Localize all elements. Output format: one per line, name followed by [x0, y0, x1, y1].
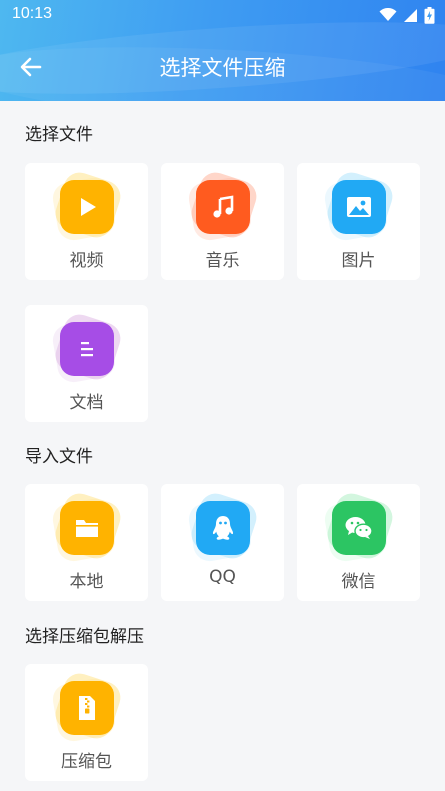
qq-icon — [212, 516, 233, 540]
image-label: 图片 — [341, 251, 376, 271]
wechat-label: 微信 — [341, 572, 376, 592]
section-title-select-files: 选择文件 — [25, 125, 93, 145]
image-card[interactable]: 图片 — [297, 163, 420, 280]
app-header: 10:13 选择文件压缩 — [0, 0, 445, 101]
battery-icon — [424, 6, 435, 24]
archive-card[interactable]: 压缩包 — [25, 664, 148, 781]
play-icon — [80, 198, 96, 216]
page-title: 选择文件压缩 — [159, 56, 286, 80]
local-card[interactable]: 本地 — [25, 484, 148, 601]
archive-label: 压缩包 — [61, 752, 112, 772]
title-bar: 选择文件压缩 — [0, 40, 445, 92]
music-card[interactable]: 音乐 — [161, 163, 284, 280]
document-icon — [80, 342, 93, 357]
status-bar: 10:13 — [0, 0, 445, 30]
archive-icon — [78, 696, 95, 720]
qq-card[interactable]: QQ — [161, 484, 284, 601]
cellular-signal-icon — [404, 8, 417, 22]
wechat-icon — [345, 517, 373, 539]
section-title-extract: 选择压缩包解压 — [25, 627, 144, 647]
music-note-icon — [212, 195, 233, 218]
video-label: 视频 — [69, 251, 104, 271]
wechat-card[interactable]: 微信 — [297, 484, 420, 601]
wifi-icon — [379, 8, 397, 21]
image-icon — [346, 197, 371, 217]
folder-icon — [75, 520, 98, 537]
document-card[interactable]: 文档 — [25, 305, 148, 422]
qq-label: QQ — [209, 567, 236, 587]
video-card[interactable]: 视频 — [25, 163, 148, 280]
section-title-import-files: 导入文件 — [25, 447, 93, 467]
local-label: 本地 — [69, 572, 104, 592]
music-label: 音乐 — [205, 251, 240, 271]
document-label: 文档 — [69, 393, 104, 413]
status-time: 10:13 — [12, 5, 53, 22]
